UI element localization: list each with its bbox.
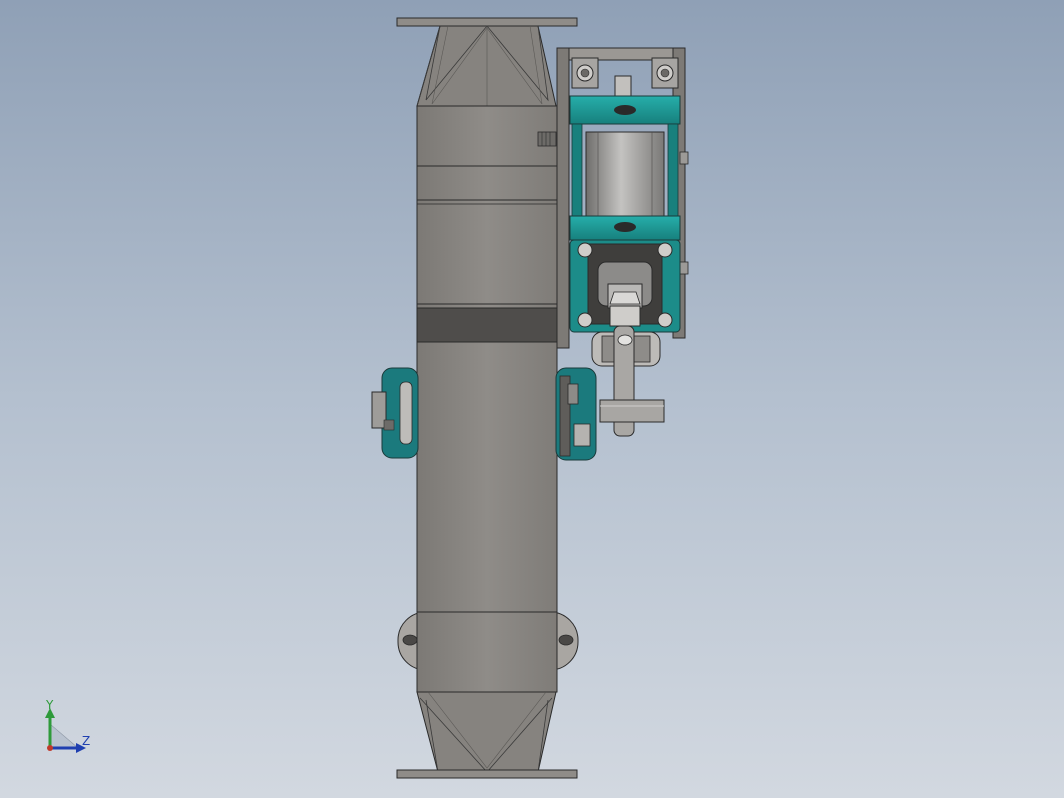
coordinate-triad — [45, 708, 86, 753]
cad-viewport[interactable]: Y Z — [0, 0, 1064, 798]
top-hopper-cone[interactable] — [416, 25, 557, 107]
bottom-hopper-cone[interactable] — [416, 691, 557, 773]
threaded-stud — [537, 131, 557, 147]
left-bearing[interactable] — [371, 367, 419, 459]
triad-y-label: Y — [46, 698, 54, 712]
right-bearing[interactable] — [555, 367, 597, 461]
model-view[interactable] — [0, 0, 1064, 798]
top-flange[interactable] — [396, 17, 578, 27]
triad-plane-icon — [49, 723, 79, 749]
origin-icon — [47, 745, 53, 751]
bottom-flange[interactable] — [396, 769, 578, 779]
bottom-round-flange[interactable] — [397, 611, 579, 693]
valve-body[interactable] — [416, 105, 558, 693]
top-bolts — [571, 57, 679, 97]
triad-z-label: Z — [82, 734, 91, 748]
dark-band — [416, 307, 558, 343]
drive-shaft[interactable] — [599, 399, 665, 423]
